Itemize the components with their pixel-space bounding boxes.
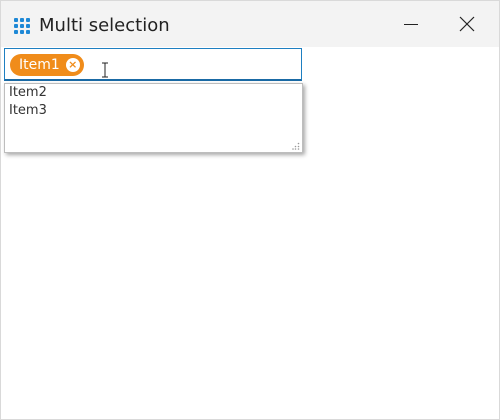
close-button[interactable] (439, 1, 495, 47)
close-icon (459, 16, 475, 32)
title-bar[interactable]: Multi selection (1, 1, 499, 47)
resize-grip-icon[interactable] (292, 142, 300, 150)
close-circle-icon[interactable]: × (65, 58, 80, 72)
window-title: Multi selection (39, 15, 170, 36)
minimize-button[interactable] (383, 1, 439, 47)
minimize-icon (404, 23, 418, 25)
dropdown-list: Item2 Item3 (4, 83, 303, 153)
multiselect-input[interactable]: Item1 × (4, 48, 302, 81)
app-grid-icon (14, 18, 32, 36)
selected-chip-item1: Item1 × (10, 54, 84, 76)
dropdown-item-item3[interactable]: Item3 (9, 103, 47, 118)
dropdown-item-item2[interactable]: Item2 (9, 85, 47, 100)
chip-label: Item1 (19, 57, 60, 73)
app-window: Multi selection Item1 × Item2 Item3 (0, 0, 500, 420)
text-cursor-icon (102, 62, 108, 78)
